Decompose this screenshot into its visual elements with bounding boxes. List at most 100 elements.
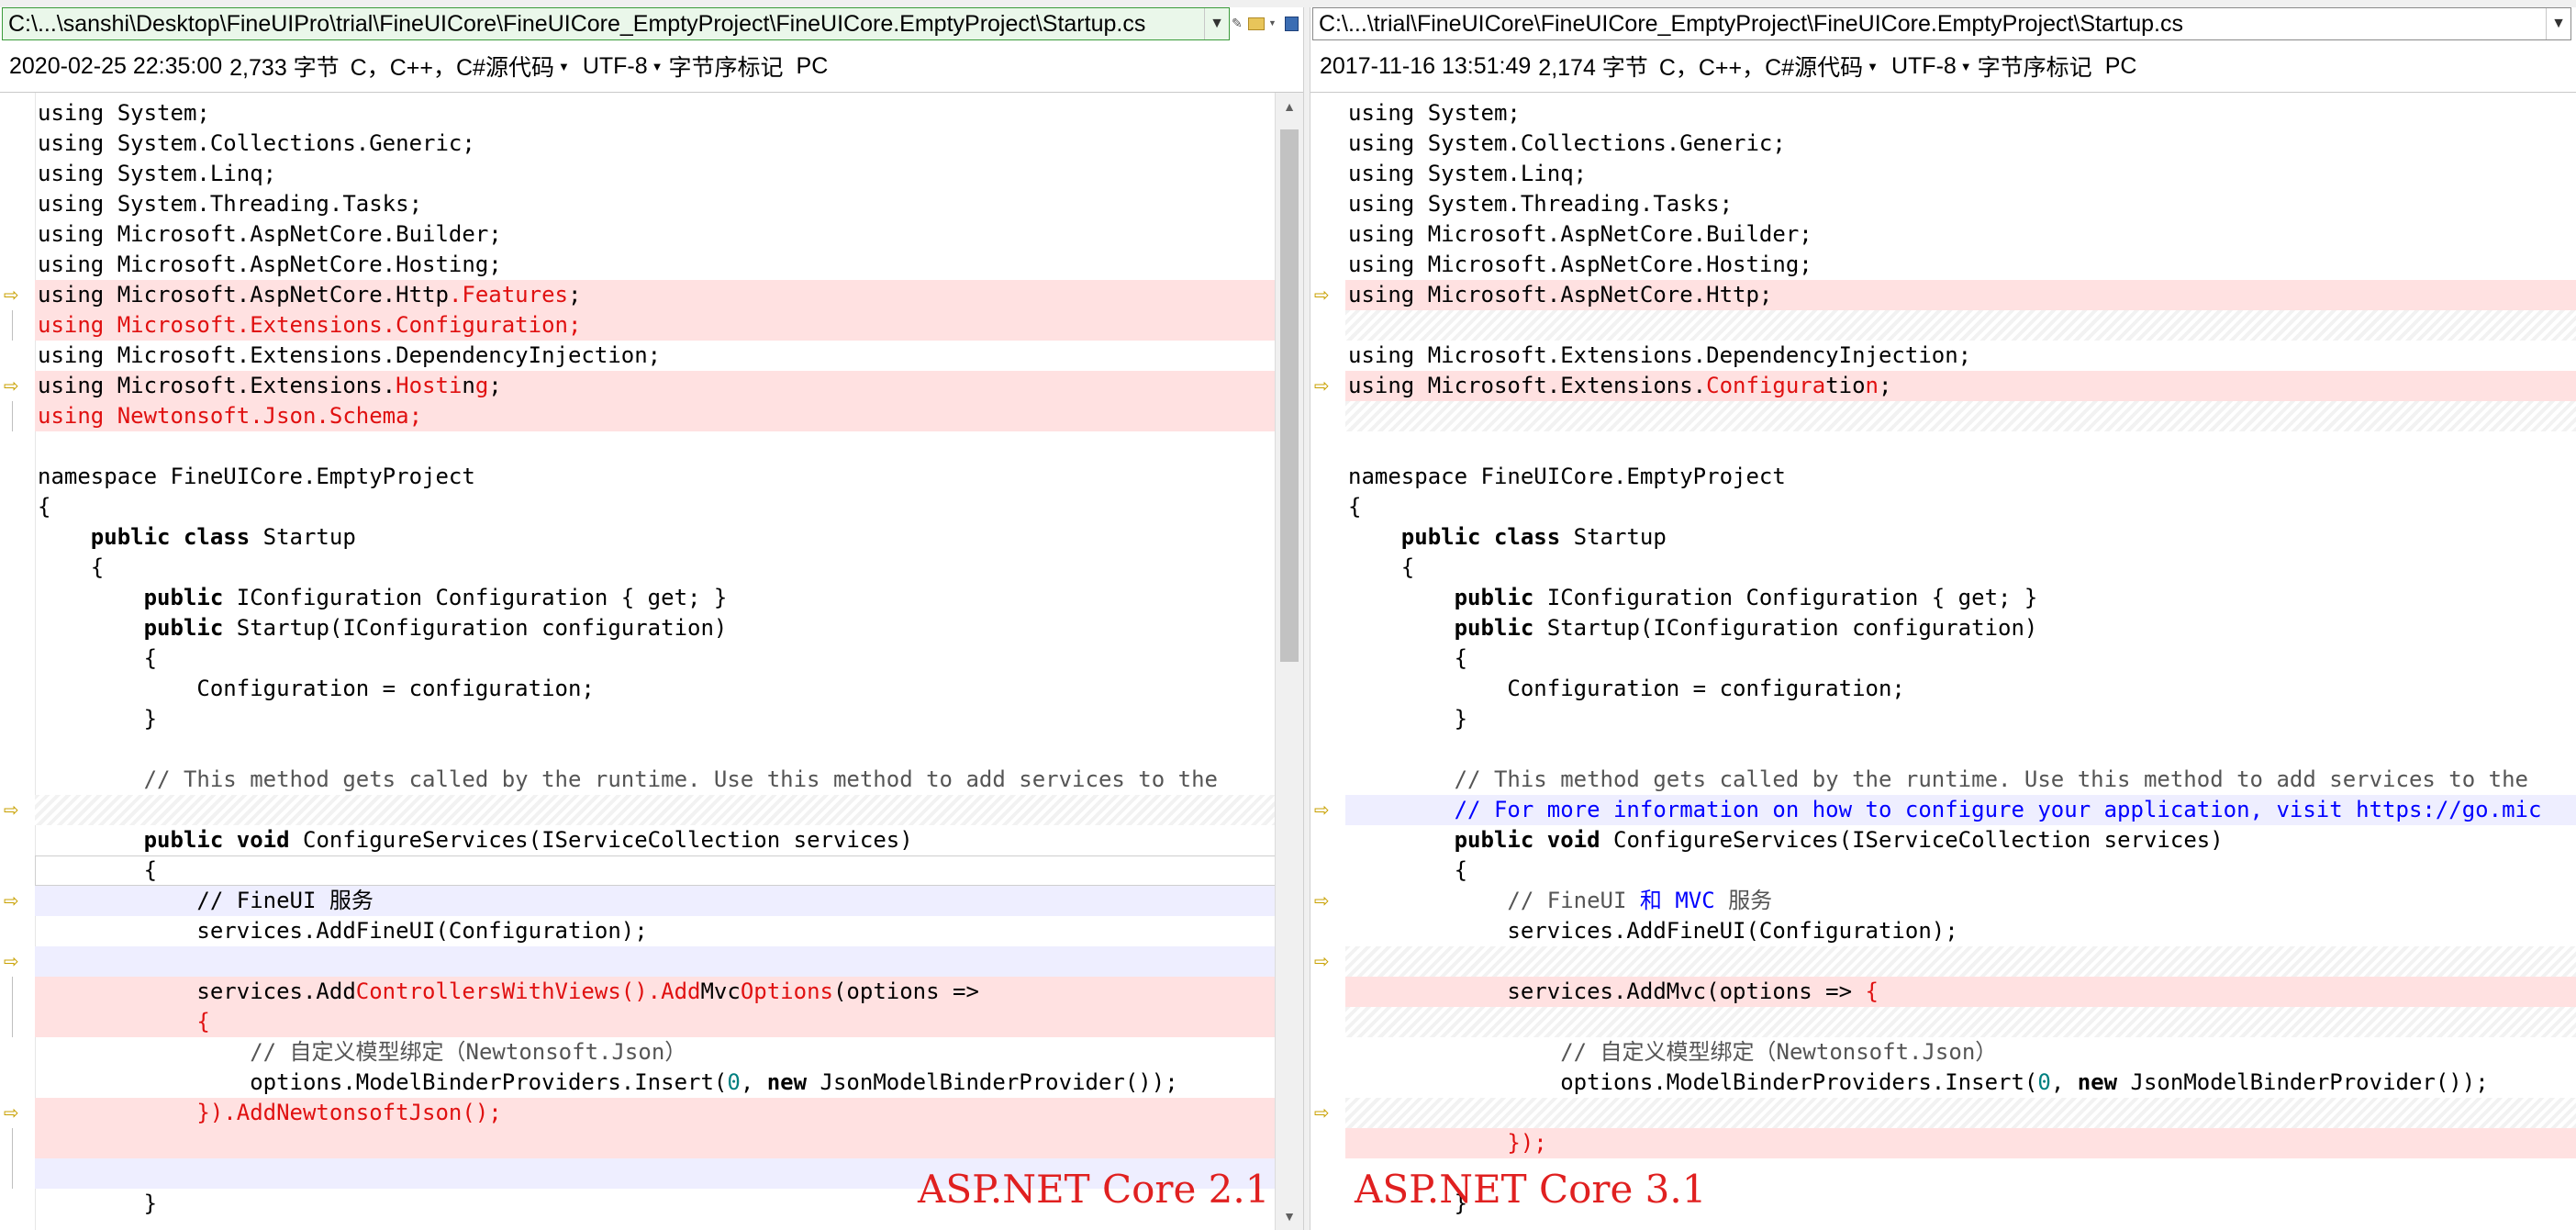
code-line[interactable]: // FineUI 服务 bbox=[35, 886, 1276, 916]
code-line[interactable]: public class Startup bbox=[1345, 522, 2576, 553]
code-line[interactable] bbox=[35, 1128, 1276, 1158]
arrow-right-icon[interactable]: ⇨ bbox=[1314, 285, 1334, 306]
code-line[interactable]: options.ModelBinderProviders.Insert(0, n… bbox=[35, 1068, 1276, 1098]
code-line[interactable]: // This method gets called by the runtim… bbox=[1345, 765, 2576, 795]
code-line[interactable]: { bbox=[35, 855, 1276, 886]
code-line[interactable]: using Microsoft.AspNetCore.Hosting; bbox=[35, 250, 1276, 280]
code-line[interactable]: using System; bbox=[1345, 98, 2576, 129]
code-line[interactable]: }).AddNewtonsoftJson(); bbox=[35, 1098, 1276, 1128]
code-line[interactable] bbox=[1345, 431, 2576, 462]
arrow-right-icon[interactable]: ⇨ bbox=[4, 1103, 24, 1124]
code-line[interactable]: // 自定义模型绑定（Newtonsoft.Json） bbox=[1345, 1037, 2576, 1068]
right-path-field[interactable]: C:\...\trial\FineUICore\FineUICore_Empty… bbox=[1312, 7, 2571, 40]
code-line[interactable]: { bbox=[35, 1007, 1276, 1037]
right-language-dropdown[interactable]: C，C++，C#源代码 ▼ bbox=[1659, 50, 1879, 83]
code-line[interactable] bbox=[1345, 734, 2576, 765]
code-line[interactable]: using Microsoft.Extensions.Configuration… bbox=[1345, 371, 2576, 401]
code-line[interactable]: public class Startup bbox=[35, 522, 1276, 553]
code-line[interactable]: using System; bbox=[35, 98, 1276, 129]
code-line[interactable]: options.ModelBinderProviders.Insert(0, n… bbox=[1345, 1068, 2576, 1098]
code-line[interactable]: using Microsoft.AspNetCore.Builder; bbox=[1345, 219, 2576, 250]
scroll-thumb[interactable] bbox=[1280, 129, 1299, 662]
code-line[interactable]: using System.Threading.Tasks; bbox=[35, 189, 1276, 219]
right-encoding-dropdown[interactable]: UTF-8 ▼ bbox=[1891, 53, 1972, 80]
left-vertical-scrollbar[interactable]: ▲ ▼ bbox=[1275, 93, 1303, 1230]
code-line[interactable]: { bbox=[1345, 553, 2576, 583]
code-line[interactable]: public IConfiguration Configuration { ge… bbox=[35, 583, 1276, 613]
code-line[interactable] bbox=[35, 946, 1276, 977]
chevron-down-icon[interactable]: ▼ bbox=[1204, 8, 1229, 39]
code-line[interactable]: { bbox=[35, 643, 1276, 674]
code-line[interactable] bbox=[35, 795, 1276, 825]
code-line[interactable]: namespace FineUICore.EmptyProject bbox=[1345, 462, 2576, 492]
code-line[interactable]: { bbox=[1345, 643, 2576, 674]
code-line[interactable]: public IConfiguration Configuration { ge… bbox=[1345, 583, 2576, 613]
code-line[interactable]: using System.Linq; bbox=[1345, 159, 2576, 189]
code-line[interactable] bbox=[1345, 1098, 2576, 1128]
code-line[interactable]: Configuration = configuration; bbox=[1345, 674, 2576, 704]
code-line[interactable]: } bbox=[35, 704, 1276, 734]
code-line[interactable]: } bbox=[1345, 704, 2576, 734]
code-line[interactable] bbox=[1345, 401, 2576, 431]
code-line[interactable]: // 自定义模型绑定（Newtonsoft.Json） bbox=[35, 1037, 1276, 1068]
left-code-area[interactable]: ⇨ ⇨ ⇨ ⇨ ⇨ ⇨ using System; using System.Collect… bbox=[0, 92, 1303, 1230]
chevron-down-icon[interactable]: ▼ bbox=[2546, 8, 2570, 39]
code-line[interactable]: using System.Linq; bbox=[35, 159, 1276, 189]
code-line[interactable]: using Newtonsoft.Json.Schema; bbox=[35, 401, 1276, 431]
chevron-down-icon[interactable]: ▼ bbox=[1268, 15, 1281, 31]
code-line[interactable]: using System.Collections.Generic; bbox=[1345, 129, 2576, 159]
code-line[interactable]: Configuration = configuration; bbox=[35, 674, 1276, 704]
code-line[interactable]: using Microsoft.Extensions.DependencyInj… bbox=[35, 341, 1276, 371]
arrow-right-icon[interactable]: ⇨ bbox=[1314, 800, 1334, 821]
code-line[interactable]: }); bbox=[1345, 1128, 2576, 1158]
arrow-right-icon[interactable]: ⇨ bbox=[4, 285, 24, 306]
code-line[interactable] bbox=[1345, 946, 2576, 977]
code-line[interactable]: // FineUI 和 MVC 服务 bbox=[1345, 886, 2576, 916]
arrow-right-icon[interactable]: ⇨ bbox=[1314, 952, 1334, 972]
disk-icon[interactable] bbox=[1285, 17, 1299, 31]
arrow-right-icon[interactable]: ⇨ bbox=[4, 891, 24, 911]
code-line[interactable]: public Startup(IConfiguration configurat… bbox=[1345, 613, 2576, 643]
left-path-text[interactable]: C:\...\sanshi\Desktop\FineUIPro\trial\Fi… bbox=[3, 11, 1204, 38]
code-line[interactable]: using System.Collections.Generic; bbox=[35, 129, 1276, 159]
code-line[interactable]: using Microsoft.Extensions.Configuration… bbox=[35, 310, 1276, 341]
right-code-area[interactable]: ⇨ ⇨ ⇨ ⇨ ⇨ ⇨ using System; using System.Collect… bbox=[1310, 92, 2576, 1230]
code-line[interactable]: { bbox=[1345, 855, 2576, 886]
folder-icon[interactable] bbox=[1248, 17, 1265, 30]
code-line[interactable]: public Startup(IConfiguration configurat… bbox=[35, 613, 1276, 643]
code-line[interactable]: using Microsoft.AspNetCore.Builder; bbox=[35, 219, 1276, 250]
code-line[interactable] bbox=[1345, 1007, 2576, 1037]
scroll-down-icon[interactable]: ▼ bbox=[1276, 1202, 1303, 1230]
code-line[interactable]: { bbox=[35, 553, 1276, 583]
code-line[interactable]: using System.Threading.Tasks; bbox=[1345, 189, 2576, 219]
code-line[interactable]: services.AddFineUI(Configuration); bbox=[1345, 916, 2576, 946]
code-line[interactable]: services.AddControllersWithViews().AddMv… bbox=[35, 977, 1276, 1007]
right-path-text[interactable]: C:\...\trial\FineUICore\FineUICore_Empty… bbox=[1313, 11, 2546, 38]
code-line[interactable] bbox=[35, 734, 1276, 765]
code-line[interactable]: namespace FineUICore.EmptyProject bbox=[35, 462, 1276, 492]
code-line[interactable]: public void ConfigureServices(IServiceCo… bbox=[35, 825, 1276, 855]
code-line[interactable]: services.AddMvc(options => { bbox=[1345, 977, 2576, 1007]
code-line[interactable]: using Microsoft.AspNetCore.Http; bbox=[1345, 280, 2576, 310]
edit-pencil-icon[interactable]: ✎ bbox=[1232, 15, 1244, 31]
code-line[interactable] bbox=[1345, 310, 2576, 341]
code-line[interactable]: // This method gets called by the runtim… bbox=[35, 765, 1276, 795]
left-encoding-dropdown[interactable]: UTF-8 ▼ bbox=[583, 53, 664, 80]
code-line[interactable] bbox=[35, 431, 1276, 462]
code-line[interactable]: public void ConfigureServices(IServiceCo… bbox=[1345, 825, 2576, 855]
arrow-right-icon[interactable]: ⇨ bbox=[1314, 891, 1334, 911]
code-line[interactable]: using Microsoft.AspNetCore.Hosting; bbox=[1345, 250, 2576, 280]
arrow-right-icon[interactable]: ⇨ bbox=[4, 800, 24, 821]
arrow-right-icon[interactable]: ⇨ bbox=[4, 376, 24, 397]
code-line[interactable]: // For more information on how to config… bbox=[1345, 795, 2576, 825]
arrow-right-icon[interactable]: ⇨ bbox=[4, 952, 24, 972]
code-line[interactable]: services.AddFineUI(Configuration); bbox=[35, 916, 1276, 946]
code-line[interactable]: { bbox=[1345, 492, 2576, 522]
code-line[interactable]: { bbox=[35, 492, 1276, 522]
code-line[interactable]: using Microsoft.Extensions.DependencyInj… bbox=[1345, 341, 2576, 371]
pane-splitter[interactable] bbox=[1303, 7, 1310, 1230]
arrow-right-icon[interactable]: ⇨ bbox=[1314, 1103, 1334, 1124]
scroll-up-icon[interactable]: ▲ bbox=[1276, 93, 1303, 120]
left-path-field[interactable]: C:\...\sanshi\Desktop\FineUIPro\trial\Fi… bbox=[2, 7, 1230, 40]
arrow-right-icon[interactable]: ⇨ bbox=[1314, 376, 1334, 397]
